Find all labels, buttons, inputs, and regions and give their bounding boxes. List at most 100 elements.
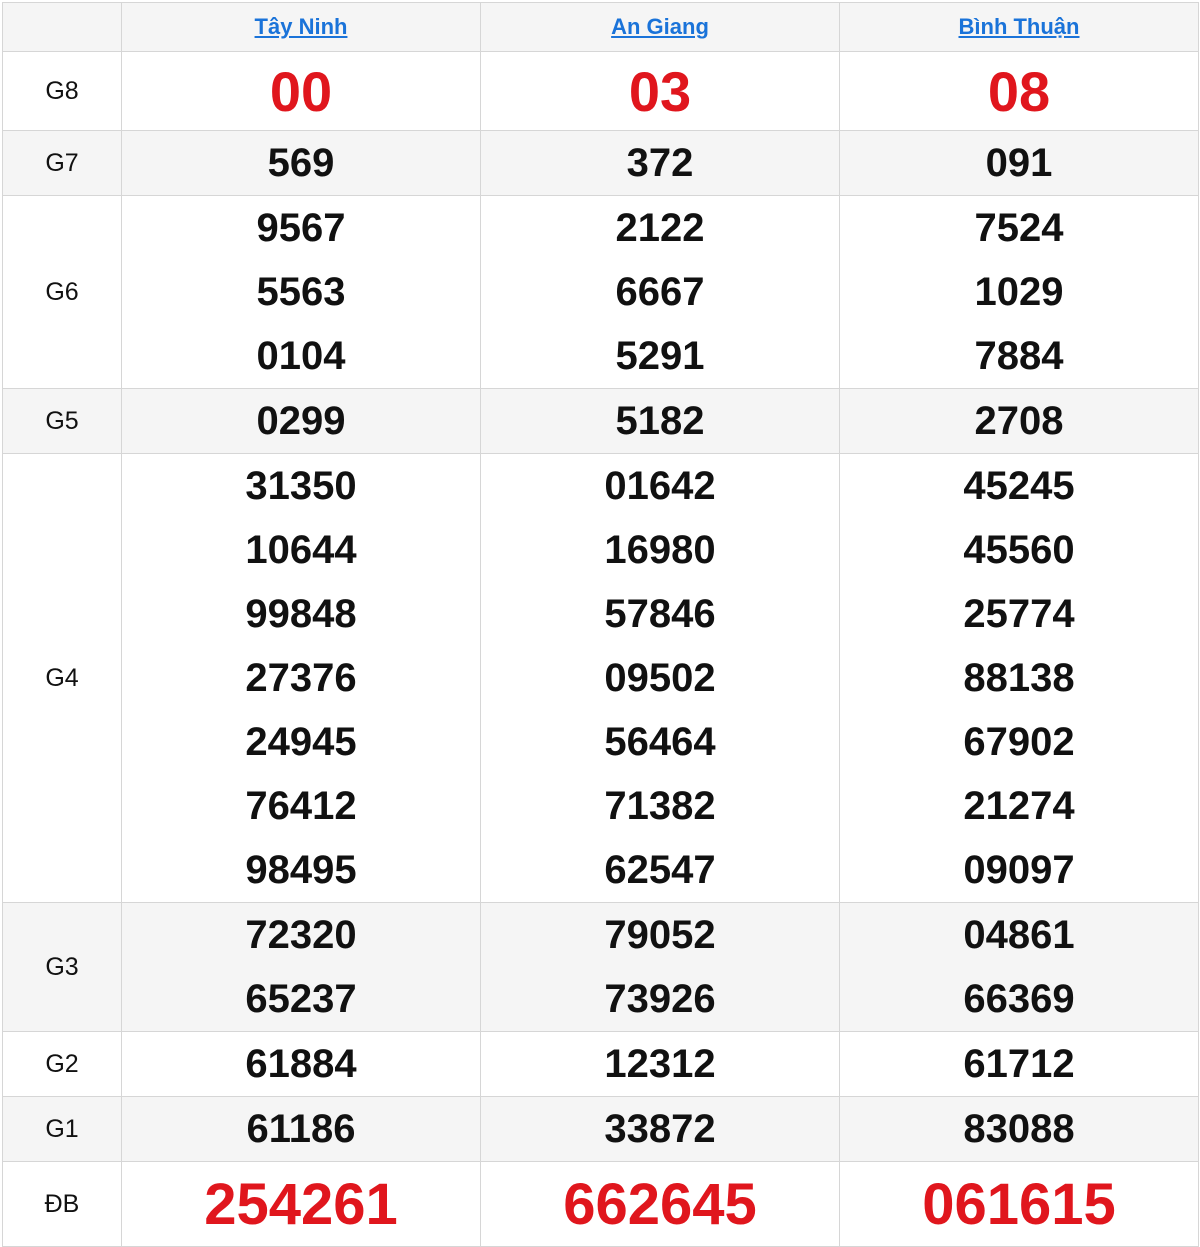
prize-value: 01642 bbox=[604, 464, 716, 508]
prize-cell: 31350 10644 99848 27376 24945 76412 9849… bbox=[121, 453, 481, 903]
prize-value: 88138 bbox=[963, 656, 1075, 700]
prize-cell: 9567 5563 0104 bbox=[121, 195, 481, 389]
prize-row-g1: G1 61186 33872 83088 bbox=[2, 1096, 1199, 1162]
prize-value: 6667 bbox=[615, 270, 705, 314]
prize-cell: 01642 16980 57846 09502 56464 71382 6254… bbox=[480, 453, 840, 903]
prize-cell: 12312 bbox=[480, 1031, 840, 1097]
prize-row-g8: G8 00 03 08 bbox=[2, 51, 1199, 131]
prize-value: 0299 bbox=[256, 399, 346, 443]
prize-cell: 79052 73926 bbox=[480, 902, 840, 1032]
prize-label: ĐB bbox=[2, 1161, 122, 1247]
prize-value: 5182 bbox=[615, 399, 705, 443]
prize-row-g7: G7 569 372 091 bbox=[2, 130, 1199, 196]
prize-value: 12312 bbox=[604, 1042, 716, 1086]
prize-cell: 61884 bbox=[121, 1031, 481, 1097]
prize-value: 254261 bbox=[121, 1161, 481, 1247]
prize-cell: 61186 bbox=[121, 1096, 481, 1162]
prize-value: 61884 bbox=[245, 1042, 357, 1086]
prize-label: G3 bbox=[2, 902, 122, 1032]
prize-row-g6: G6 9567 5563 0104 2122 6667 5291 7524 10… bbox=[2, 195, 1199, 389]
prize-cell: 0299 bbox=[121, 388, 481, 454]
prize-value: 99848 bbox=[245, 592, 357, 636]
prize-value: 83088 bbox=[963, 1107, 1075, 1151]
prize-value: 27376 bbox=[245, 656, 357, 700]
header-row: Tây Ninh An Giang Bình Thuận bbox=[2, 2, 1199, 52]
prize-row-special: ĐB 254261 662645 061615 bbox=[2, 1161, 1199, 1247]
prize-value: 2708 bbox=[974, 399, 1064, 443]
prize-value: 61712 bbox=[963, 1042, 1075, 1086]
prize-value: 57846 bbox=[604, 592, 716, 636]
prize-value: 09097 bbox=[963, 848, 1075, 892]
prize-value: 66369 bbox=[963, 977, 1075, 1021]
prize-cell: 72320 65237 bbox=[121, 902, 481, 1032]
prize-cell: 2122 6667 5291 bbox=[480, 195, 840, 389]
prize-label: G5 bbox=[2, 388, 122, 454]
prize-value: 73926 bbox=[604, 977, 716, 1021]
prize-value: 10644 bbox=[245, 528, 357, 572]
prize-row-g4: G4 31350 10644 99848 27376 24945 76412 9… bbox=[2, 453, 1199, 903]
prize-label: G8 bbox=[2, 51, 122, 131]
header-empty-cell bbox=[2, 2, 122, 52]
prize-value: 7524 bbox=[974, 206, 1064, 250]
prize-value: 56464 bbox=[604, 720, 716, 764]
prize-cell: 33872 bbox=[480, 1096, 840, 1162]
prize-value: 65237 bbox=[245, 977, 357, 1021]
prize-label: G6 bbox=[2, 195, 122, 389]
prize-value: 72320 bbox=[245, 913, 357, 957]
prize-value: 091 bbox=[985, 141, 1053, 185]
prize-value: 5563 bbox=[256, 270, 346, 314]
prize-value: 372 bbox=[626, 141, 694, 185]
prize-row-g3: G3 72320 65237 79052 73926 04861 66369 bbox=[2, 902, 1199, 1032]
prize-cell: 5182 bbox=[480, 388, 840, 454]
prize-value: 98495 bbox=[245, 848, 357, 892]
prize-value: 71382 bbox=[604, 784, 716, 828]
prize-value: 061615 bbox=[839, 1161, 1199, 1247]
prize-value: 04861 bbox=[963, 913, 1075, 957]
province-link-tay-ninh[interactable]: Tây Ninh bbox=[255, 14, 348, 39]
prize-value: 61186 bbox=[246, 1107, 356, 1151]
province-link-an-giang[interactable]: An Giang bbox=[611, 14, 709, 39]
header-province-3: Bình Thuận bbox=[839, 2, 1199, 52]
prize-value: 76412 bbox=[245, 784, 357, 828]
prize-cell: 7524 1029 7884 bbox=[839, 195, 1199, 389]
prize-value: 9567 bbox=[256, 206, 346, 250]
prize-value: 2122 bbox=[615, 206, 705, 250]
lottery-results-table: Tây Ninh An Giang Bình Thuận G8 00 03 08… bbox=[2, 2, 1199, 1247]
prize-value: 7884 bbox=[974, 334, 1064, 378]
prize-value: 31350 bbox=[245, 464, 357, 508]
prize-cell: 372 bbox=[480, 130, 840, 196]
prize-label: G7 bbox=[2, 130, 122, 196]
prize-value: 5291 bbox=[615, 334, 705, 378]
prize-value: 21274 bbox=[963, 784, 1075, 828]
prize-value: 0104 bbox=[256, 334, 346, 378]
prize-value: 33872 bbox=[604, 1107, 716, 1151]
header-province-2: An Giang bbox=[480, 2, 840, 52]
prize-row-g2: G2 61884 12312 61712 bbox=[2, 1031, 1199, 1097]
prize-label: G4 bbox=[2, 453, 122, 903]
prize-cell: 45245 45560 25774 88138 67902 21274 0909… bbox=[839, 453, 1199, 903]
prize-value: 1029 bbox=[974, 270, 1064, 314]
prize-value: 67902 bbox=[963, 720, 1075, 764]
prize-value: 00 bbox=[121, 51, 481, 131]
prize-value: 08 bbox=[839, 51, 1199, 131]
prize-value: 45245 bbox=[963, 464, 1075, 508]
prize-row-g5: G5 0299 5182 2708 bbox=[2, 388, 1199, 454]
prize-value: 79052 bbox=[604, 913, 716, 957]
prize-cell: 04861 66369 bbox=[839, 902, 1199, 1032]
prize-cell: 83088 bbox=[839, 1096, 1199, 1162]
prize-label: G2 bbox=[2, 1031, 122, 1097]
prize-value: 62547 bbox=[604, 848, 716, 892]
prize-value: 24945 bbox=[245, 720, 357, 764]
prize-value: 25774 bbox=[963, 592, 1075, 636]
prize-value: 569 bbox=[267, 141, 335, 185]
prize-label: G1 bbox=[2, 1096, 122, 1162]
prize-cell: 569 bbox=[121, 130, 481, 196]
province-link-binh-thuan[interactable]: Bình Thuận bbox=[959, 14, 1080, 39]
prize-value: 16980 bbox=[604, 528, 716, 572]
prize-value: 09502 bbox=[604, 656, 716, 700]
prize-value: 45560 bbox=[963, 528, 1075, 572]
prize-cell: 2708 bbox=[839, 388, 1199, 454]
prize-value: 662645 bbox=[480, 1161, 840, 1247]
prize-cell: 091 bbox=[839, 130, 1199, 196]
prize-cell: 61712 bbox=[839, 1031, 1199, 1097]
